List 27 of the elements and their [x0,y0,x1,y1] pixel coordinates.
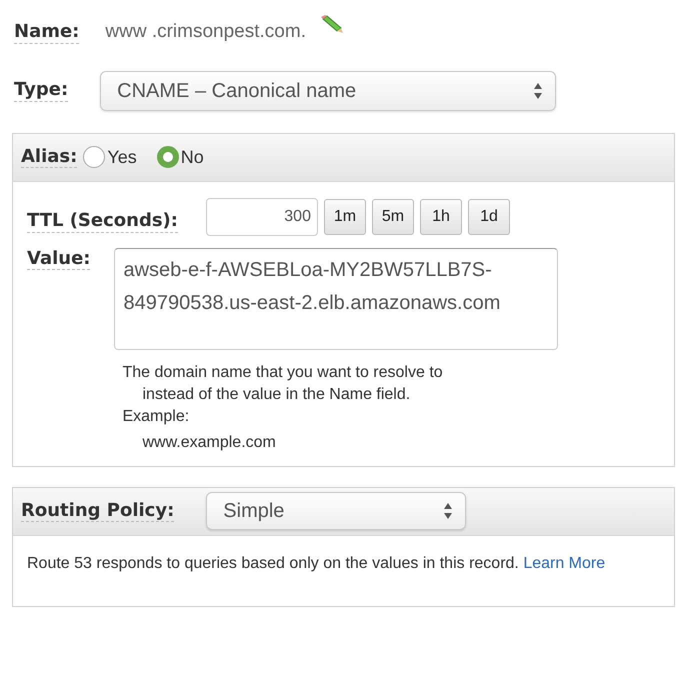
alias-label: Alias: [21,146,78,168]
learn-more-link[interactable]: Learn More [523,554,606,572]
dropdown-arrows-icon [533,82,544,100]
type-label: Type: [14,79,68,102]
value-label: Value: [27,248,90,270]
name-label: Name: [14,20,80,44]
type-select[interactable]: CNAME – Canonical name [100,70,556,110]
example-label: Example: [122,406,190,426]
policy-description: Route 53 responds to queries based only on the values in this record. Learn More [27,554,606,574]
pencil-icon[interactable] [320,15,344,36]
radio-label: No [180,146,204,168]
ttl-input[interactable]: 300 [206,198,318,236]
value-field[interactable]: awseb-e-f-AWSEBLoa-MY2BW57LLB7S-849790538.us-east-2.elb.amazonaws.com [114,248,558,350]
name-value: www .crimsonpest.com. [105,20,306,44]
radio-label: Yes [107,146,137,168]
routing-select[interactable]: Simple [206,492,466,530]
radio-button[interactable] [156,146,179,168]
help-text: The domain name that you want to resolve to instead of the value in the Name field. [122,362,444,404]
routing-label: Routing Policy: [21,500,174,522]
ttl-preset-button[interactable]: 5m [372,198,414,234]
ttl-preset-button[interactable]: 1m [324,198,366,234]
ttl-preset-button[interactable]: 1h [420,198,462,234]
dropdown-arrows-icon [443,502,454,520]
example-text: www.example.com [141,432,277,452]
ttl-label: TTL (Seconds): [27,210,178,233]
radio-button[interactable] [83,146,106,168]
ttl-preset-button[interactable]: 1d [468,198,510,234]
